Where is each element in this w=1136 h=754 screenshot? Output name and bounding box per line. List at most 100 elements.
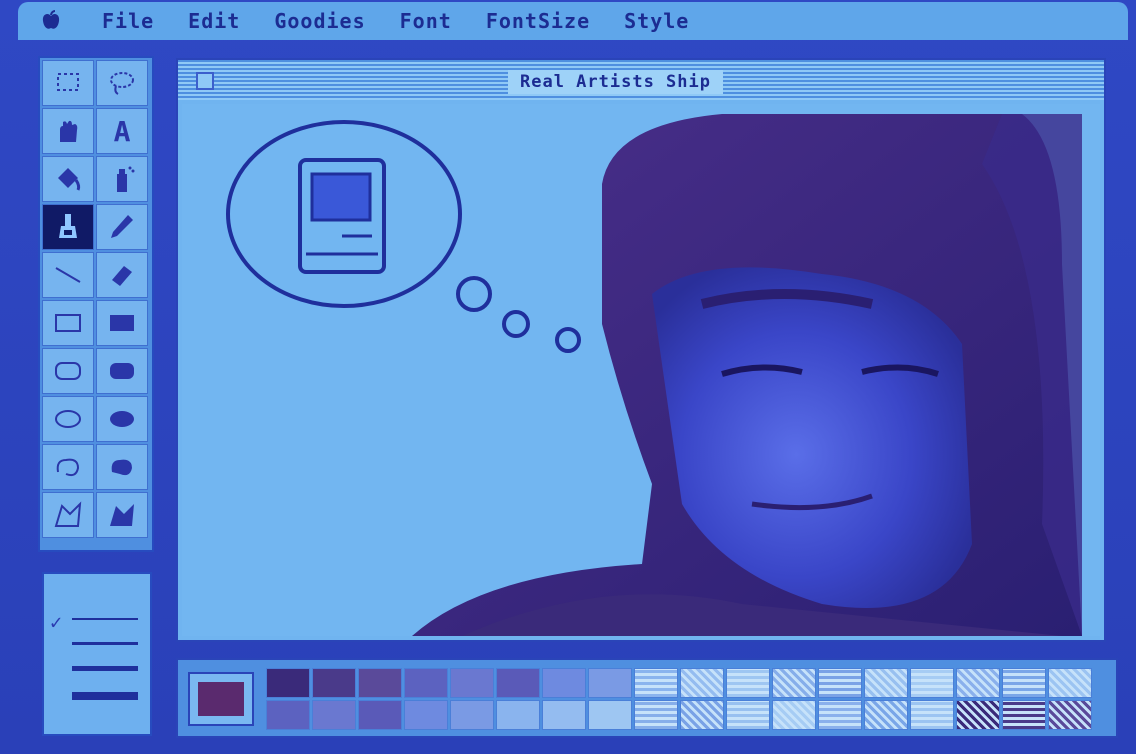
menu-edit[interactable]: Edit [188,9,240,33]
thought-dot-3 [555,327,581,353]
tool-palette: A [38,56,154,552]
filled-freeform-tool[interactable] [96,444,148,490]
pattern-swatch[interactable] [496,668,540,698]
pattern-swatch[interactable] [588,668,632,698]
hand-tool[interactable] [42,108,94,154]
pattern-swatch[interactable] [358,700,402,730]
filled-rectangle-icon [110,315,134,331]
pattern-swatch[interactable] [726,700,770,730]
selection-icon [57,73,79,91]
filled-oval-icon [110,411,134,427]
pattern-swatch[interactable] [1048,700,1092,730]
window-titlebar[interactable]: Real Artists Ship [178,60,1104,100]
filled-freeform-icon [111,459,132,476]
pattern-swatch[interactable] [680,700,724,730]
pattern-swatch[interactable] [542,700,586,730]
freeform-tool[interactable] [42,444,94,490]
polygon-icon [54,501,82,527]
pattern-swatch[interactable] [404,700,448,730]
current-pattern [188,672,254,726]
drawing-canvas[interactable] [182,104,1100,636]
pattern-swatch[interactable] [1002,668,1046,698]
pattern-swatch[interactable] [818,668,862,698]
pencil-icon [111,215,133,238]
pattern-swatch[interactable] [266,700,310,730]
pattern-swatch[interactable] [588,700,632,730]
pattern-swatch[interactable] [634,700,678,730]
freeform-icon [56,458,80,477]
pattern-swatch[interactable] [818,700,862,730]
menu-style[interactable]: Style [624,9,689,33]
filled-oval-tool[interactable] [96,396,148,442]
line-tool[interactable] [42,252,94,298]
pattern-swatch[interactable] [864,700,908,730]
window-title: Real Artists Ship [508,70,723,94]
lasso-tool[interactable] [96,60,148,106]
menu-font[interactable]: Font [400,9,452,33]
pattern-palette [176,658,1118,738]
rectangle-icon [55,314,81,332]
pattern-swatch[interactable] [496,700,540,730]
spray-can-icon [117,166,135,192]
lasso-icon [110,72,134,95]
close-box[interactable] [196,72,214,90]
menu-bar: File Edit Goodies Font FontSize Style [18,2,1128,40]
pattern-swatch[interactable] [358,668,402,698]
pattern-swatch[interactable] [266,668,310,698]
pattern-swatch[interactable] [1002,700,1046,730]
line-icon [55,267,81,283]
pattern-swatch[interactable] [956,668,1000,698]
selection-tool[interactable] [42,60,94,106]
pattern-swatch[interactable] [450,700,494,730]
pattern-swatch[interactable] [542,668,586,698]
pattern-swatch[interactable] [404,668,448,698]
pattern-swatch[interactable] [772,668,816,698]
pattern-swatch[interactable] [312,668,356,698]
spray-can-tool[interactable] [96,156,148,202]
document-window: Real Artists Ship [176,58,1106,642]
rectangle-tool[interactable] [42,300,94,346]
macintosh-drawing [298,158,386,274]
text-tool-icon: A [113,114,131,148]
paintbrush-tool[interactable] [42,204,94,250]
pattern-swatch[interactable] [1048,668,1092,698]
apple-icon[interactable] [40,10,62,32]
pattern-swatch[interactable] [864,668,908,698]
filled-rounded-rectangle-tool[interactable] [96,348,148,394]
pattern-swatch[interactable] [956,700,1000,730]
menu-fontsize[interactable]: FontSize [486,9,590,33]
paint-bucket-tool[interactable] [42,156,94,202]
oval-icon [55,410,81,428]
pencil-tool[interactable] [96,204,148,250]
text-tool[interactable]: A [96,108,148,154]
pattern-swatch[interactable] [450,668,494,698]
pattern-swatch[interactable] [910,700,954,730]
rounded-rectangle-icon [55,362,81,380]
line-width-4[interactable] [72,692,138,700]
line-width-3[interactable] [72,666,138,671]
pattern-swatch[interactable] [634,668,678,698]
polygon-tool[interactable] [42,492,94,538]
filled-polygon-icon [110,504,134,526]
canvas-artwork [226,114,1082,636]
pattern-swatch[interactable] [680,668,724,698]
eraser-icon [112,266,132,286]
filled-rectangle-tool[interactable] [96,300,148,346]
paintbrush-icon [59,214,77,238]
eraser-tool[interactable] [96,252,148,298]
menu-goodies[interactable]: Goodies [274,9,365,33]
rounded-rectangle-tool[interactable] [42,348,94,394]
pattern-swatch[interactable] [772,700,816,730]
pattern-swatch[interactable] [726,668,770,698]
menu-file[interactable]: File [102,9,154,33]
pattern-swatch[interactable] [312,700,356,730]
line-width-check: ✓ [50,610,63,634]
line-width-2[interactable] [72,642,138,645]
mac-screen: File Edit Goodies Font FontSize Style A [0,0,1136,754]
thought-dot-2 [502,310,530,338]
line-width-palette: ✓ [42,572,152,736]
pattern-swatch[interactable] [910,668,954,698]
line-width-1[interactable] [72,618,138,620]
oval-tool[interactable] [42,396,94,442]
filled-polygon-tool[interactable] [96,492,148,538]
